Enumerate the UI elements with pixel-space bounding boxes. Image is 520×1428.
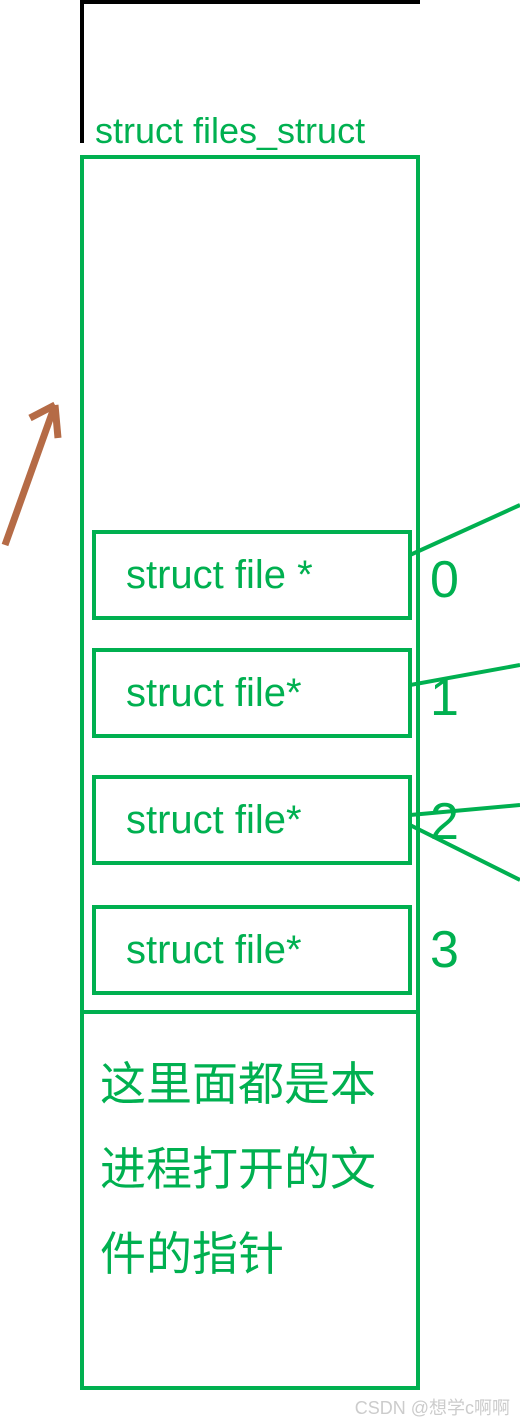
- row-label: struct file*: [126, 798, 302, 843]
- description-section: 这里面都是本进程打开的文件的指针: [80, 1010, 420, 1317]
- row-label: struct file *: [126, 553, 313, 598]
- index-label: 2: [430, 792, 459, 852]
- file-pointer-row: struct file *: [92, 530, 412, 620]
- left-border-line: [80, 0, 84, 143]
- top-border-line: [80, 0, 420, 4]
- connector-line-2: [410, 800, 520, 885]
- index-label: 3: [430, 920, 459, 980]
- incoming-arrow-icon: [0, 370, 75, 550]
- diagram-title: struct files_struct: [95, 110, 365, 152]
- file-pointer-row: struct file*: [92, 648, 412, 738]
- index-label: 0: [430, 550, 459, 610]
- connector-line-1: [410, 660, 520, 700]
- row-label: struct file*: [126, 928, 302, 973]
- index-label: 1: [430, 668, 459, 728]
- file-pointer-row: struct file*: [92, 905, 412, 995]
- description-text: 这里面都是本进程打开的文件的指针: [100, 1042, 400, 1297]
- watermark-text: CSDN @想学c啊啊: [355, 1394, 510, 1420]
- file-pointer-row: struct file*: [92, 775, 412, 865]
- connector-line-0: [410, 500, 520, 560]
- row-label: struct file*: [126, 671, 302, 716]
